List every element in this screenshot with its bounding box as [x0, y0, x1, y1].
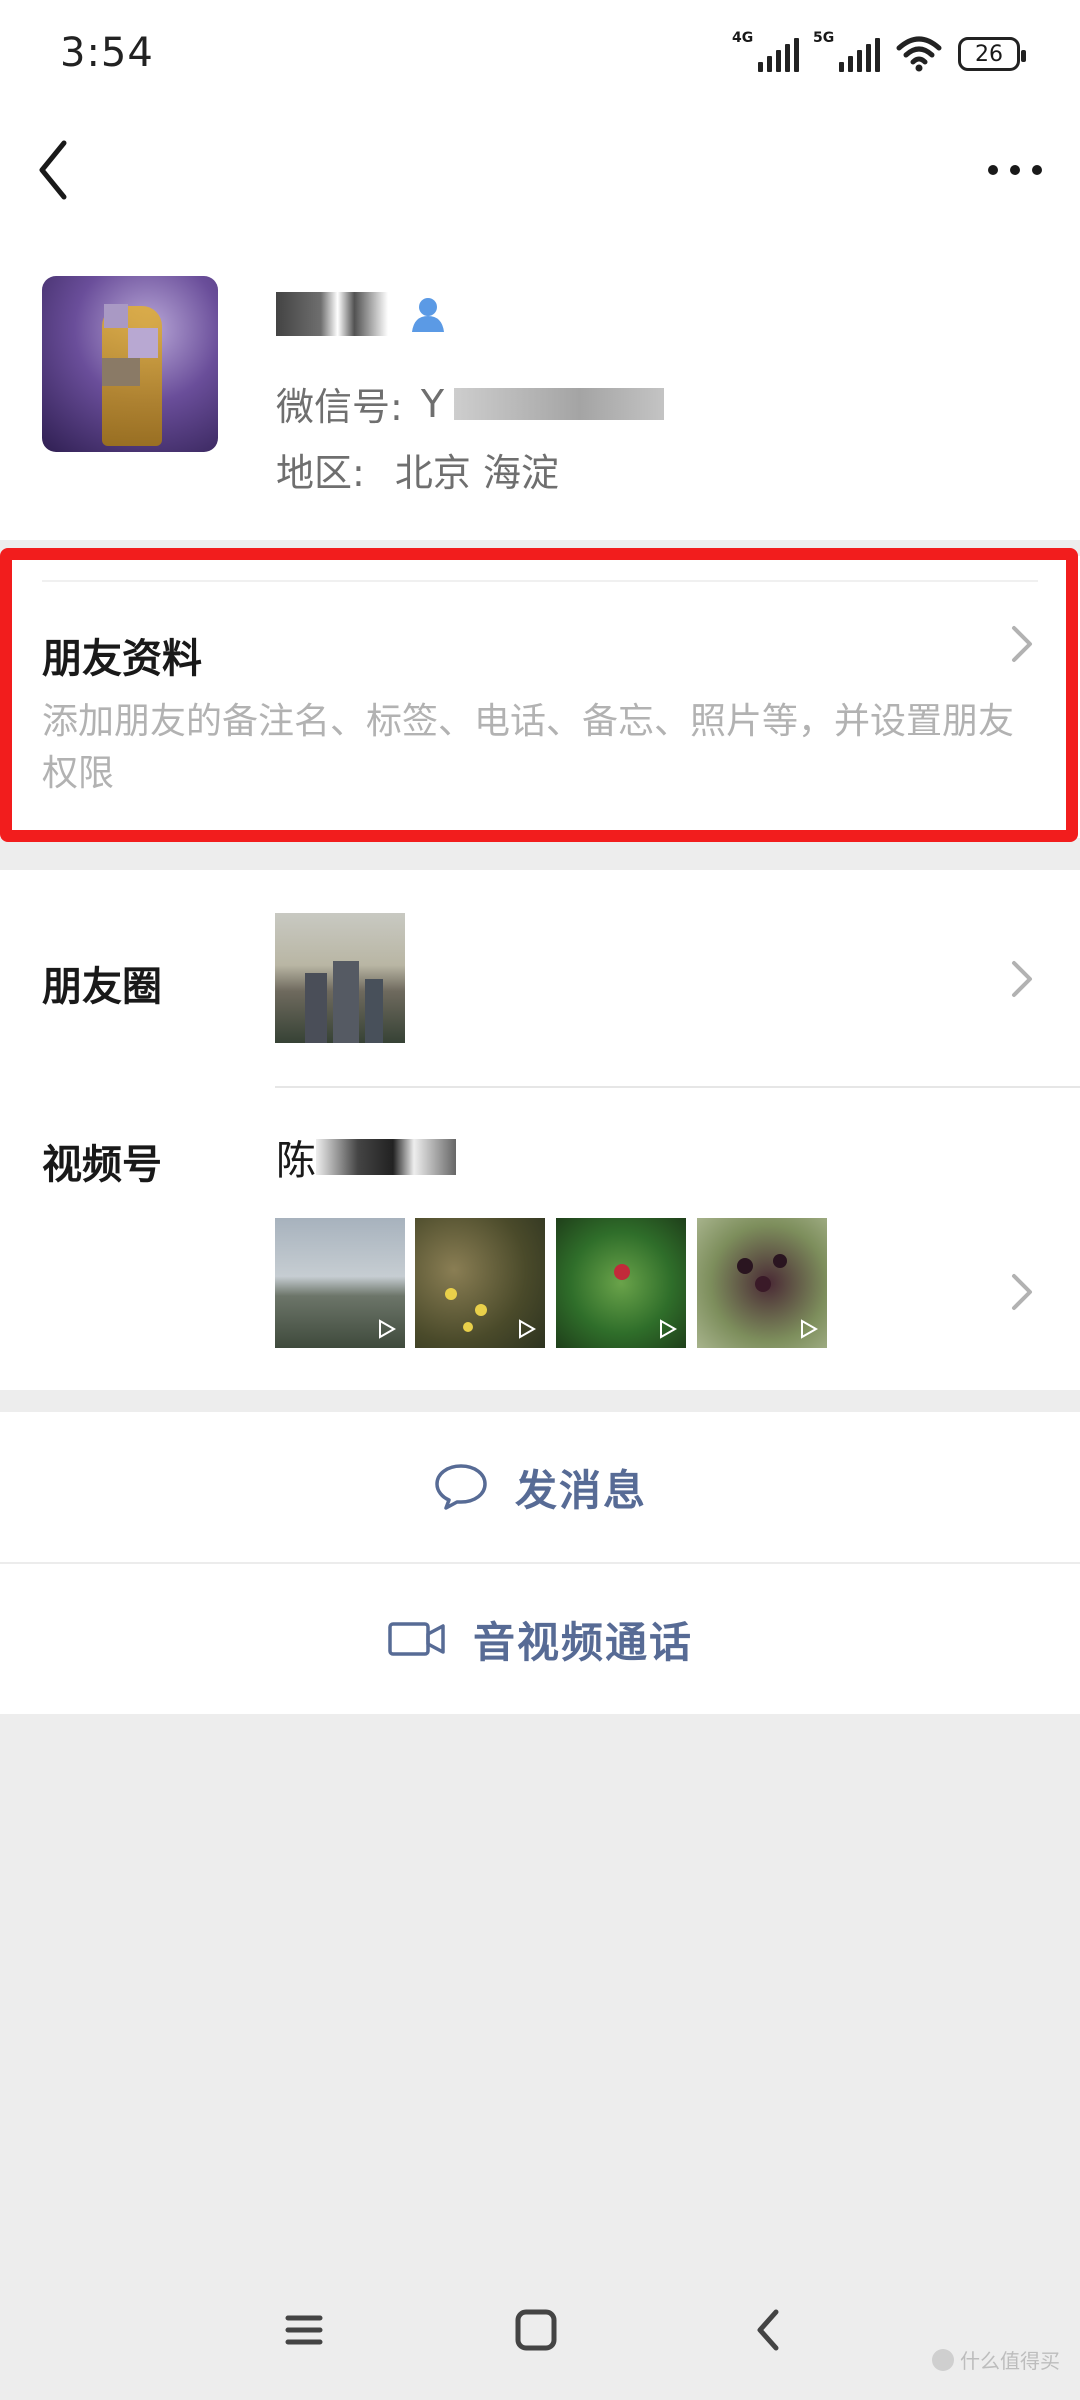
- wechat-id-label: 微信号:: [276, 385, 403, 429]
- channel-video-thumb[interactable]: [415, 1218, 545, 1348]
- wechat-id-value: Y: [420, 381, 445, 426]
- video-call-button[interactable]: 音视频通话: [0, 1564, 1080, 1714]
- send-message-button[interactable]: 发消息: [0, 1412, 1080, 1562]
- friend-info-title: 朋友资料: [42, 636, 202, 682]
- channel-video-thumb[interactable]: [275, 1218, 405, 1348]
- network-label-4g: 4G: [732, 30, 754, 46]
- region-label: 地区:: [276, 451, 365, 495]
- home-icon[interactable]: [506, 2300, 566, 2360]
- signal-4g-icon: 4G: [732, 30, 799, 72]
- channel-name-visible: 陈: [276, 1138, 316, 1184]
- friend-info-description: 添加朋友的备注名、标签、电话、备忘、照片等，并设置朋友权限: [42, 701, 1015, 794]
- divider: [42, 580, 1038, 582]
- channel-name: 陈: [276, 1128, 456, 1186]
- channel-video-thumb[interactable]: [556, 1218, 686, 1348]
- region-value: 北京 海淀: [394, 451, 559, 495]
- region: 地区: 北京 海淀: [276, 442, 559, 497]
- back-icon[interactable]: [30, 135, 80, 205]
- watermark: 什么值得买: [932, 2345, 1060, 2374]
- channel-name-redacted: [316, 1139, 456, 1175]
- battery-level: 26: [975, 41, 1003, 67]
- video-call-label: 音视频通话: [472, 1617, 693, 1667]
- wechat-id-redacted: [454, 387, 665, 420]
- channels-chevron-icon: [1012, 1274, 1032, 1310]
- moments-channels-section: 朋友圈 视频号: [0, 870, 1080, 1390]
- divider: [275, 1086, 1080, 1088]
- watermark-logo-icon: [932, 2348, 954, 2371]
- wifi-icon: [896, 36, 942, 72]
- video-camera-icon: [388, 1622, 445, 1656]
- contact-person-icon: [412, 298, 444, 332]
- more-options-icon[interactable]: [980, 145, 1050, 195]
- system-navigation-bar: 什么值得买: [0, 2270, 1080, 2390]
- nickname-redacted: [276, 292, 388, 336]
- back-nav-icon[interactable]: [740, 2300, 800, 2360]
- nickname-area: [276, 284, 448, 344]
- network-label-5g: 5G: [813, 30, 835, 46]
- channels-label: 视频号: [42, 1142, 162, 1188]
- menu-icon[interactable]: [274, 2300, 334, 2360]
- moments-chevron-icon: [1012, 961, 1032, 997]
- chat-bubble-icon: [435, 1464, 487, 1510]
- moments-label: 朋友圈: [42, 964, 162, 1010]
- friend-info-row[interactable]: 朋友资料 添加朋友的备注名、标签、电话、备忘、照片等，并设置朋友权限: [0, 556, 1080, 838]
- status-icons: 4G 5G 26: [732, 30, 1026, 72]
- wechat-id: 微信号: Y: [276, 376, 665, 431]
- battery-icon: 26: [958, 37, 1026, 71]
- chevron-right-icon: [1012, 626, 1032, 662]
- avatar[interactable]: [42, 276, 218, 452]
- channel-video-thumb[interactable]: [697, 1218, 827, 1348]
- moments-thumbnail[interactable]: [275, 913, 405, 1043]
- send-message-label: 发消息: [514, 1465, 647, 1515]
- status-time: 3:54: [60, 30, 154, 76]
- watermark-text: 什么值得买: [960, 2349, 1060, 2373]
- signal-5g-icon: 5G: [813, 30, 880, 72]
